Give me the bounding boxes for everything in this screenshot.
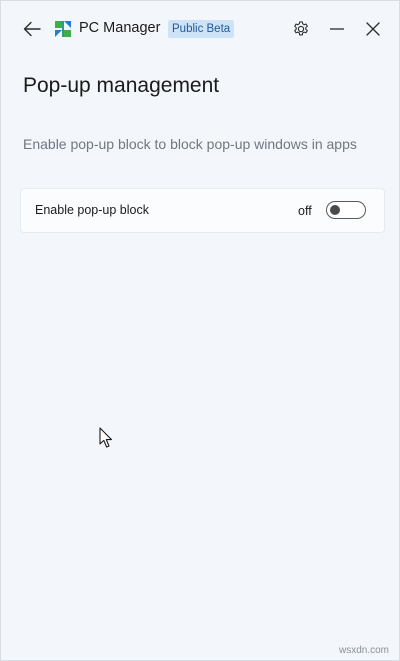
title-bar: PC Manager Public Beta <box>1 1 399 57</box>
watermark-text: wsxdn.com <box>338 645 389 656</box>
minimize-button[interactable] <box>326 18 348 40</box>
close-button[interactable] <box>362 18 384 40</box>
back-button[interactable] <box>21 18 43 40</box>
toggle-state-label: off <box>298 204 312 218</box>
public-beta-badge: Public Beta <box>168 20 235 38</box>
popup-block-setting-card: Enable pop-up block off <box>20 188 385 233</box>
close-icon <box>366 22 380 36</box>
toggle-knob <box>330 205 340 215</box>
page-description: Enable pop-up block to block pop-up wind… <box>23 136 357 152</box>
app-title: PC Manager <box>79 20 161 36</box>
mouse-pointer-icon <box>99 427 113 448</box>
popup-block-toggle[interactable] <box>326 201 366 219</box>
pc-manager-window: PC Manager Public Beta Pop-up management… <box>0 0 400 661</box>
page-title: Pop-up management <box>23 74 220 97</box>
arrow-left-icon <box>23 21 41 37</box>
pc-manager-logo <box>55 21 71 37</box>
settings-button[interactable] <box>290 18 312 40</box>
gear-icon <box>294 21 308 36</box>
setting-label: Enable pop-up block <box>35 203 149 217</box>
minimize-icon <box>330 28 344 30</box>
